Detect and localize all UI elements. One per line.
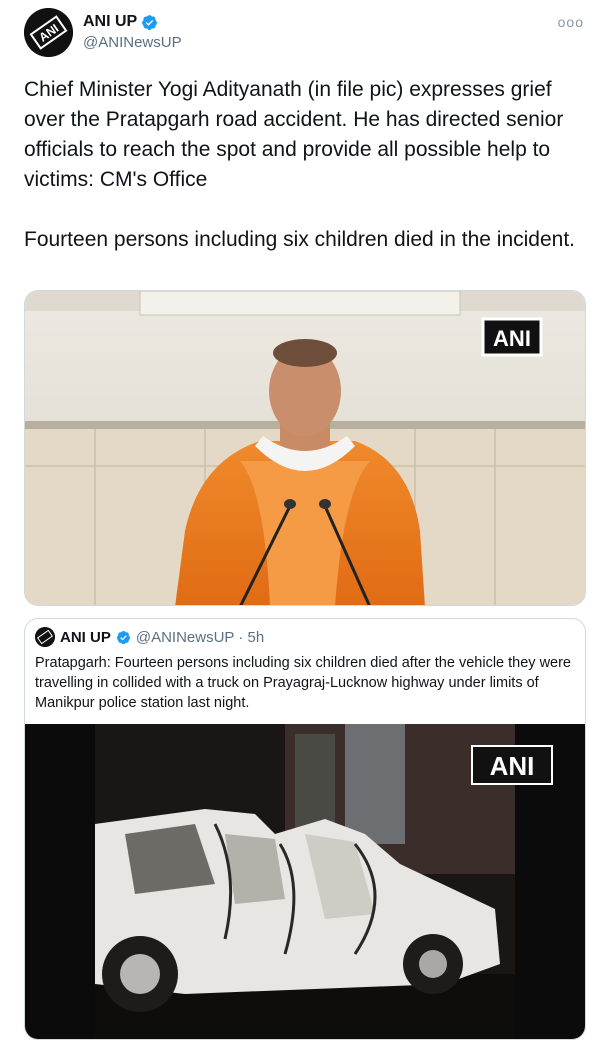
verified-badge-icon: [116, 630, 131, 645]
quoted-handle-time: @ANINewsUP · 5h: [135, 628, 265, 646]
accident-photo: ANI: [25, 724, 585, 1039]
quoted-media-image[interactable]: ANI: [25, 724, 585, 1039]
quoted-text: Pratapgarh: Fourteen persons including s…: [35, 655, 571, 711]
quoted-avatar: [35, 627, 55, 647]
quoted-media-watermark: ANI: [490, 751, 535, 781]
verified-badge-icon: [141, 14, 158, 31]
handle[interactable]: @ANINewsUP: [83, 34, 182, 51]
display-name[interactable]: ANI UP: [83, 13, 137, 31]
tweet-text: Chief Minister Yogi Adityanath (in file …: [24, 78, 575, 251]
more-horizontal-icon[interactable]: ooo: [558, 14, 584, 30]
cm-photo: ANI: [25, 291, 585, 605]
avatar[interactable]: ANI: [24, 8, 73, 57]
tweet-media-image[interactable]: ANI: [24, 290, 586, 606]
tweet: ANI ANI UP @ANINewsUP ooo Chief Minister…: [0, 0, 600, 1047]
quoted-display-name: ANI UP: [60, 628, 111, 646]
quoted-author: ANI UP @ANINewsUP · 5h: [35, 627, 264, 647]
quoted-tweet[interactable]: ANI UP @ANINewsUP · 5h Pratapgarh: Fourt…: [24, 618, 586, 1040]
media-watermark: ANI: [493, 326, 531, 351]
author-block: ANI UP @ANINewsUP: [83, 13, 182, 51]
